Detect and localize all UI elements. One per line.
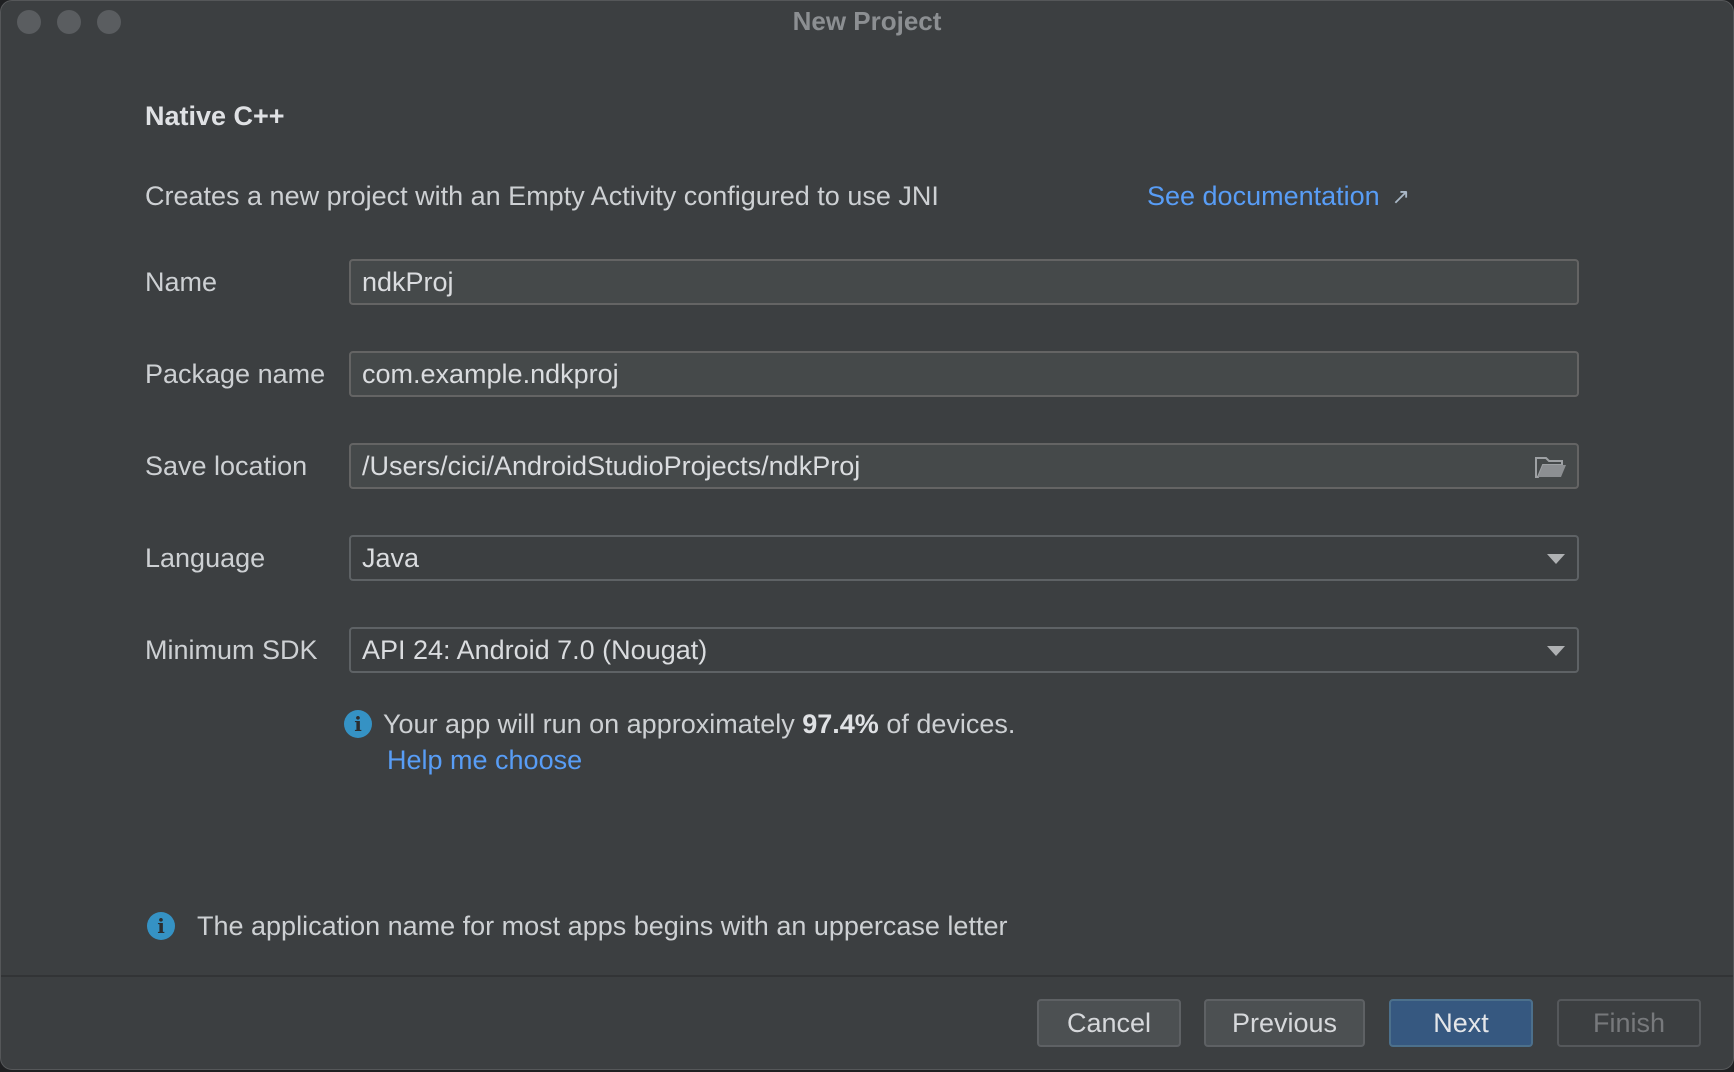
- see-documentation-label: See documentation: [1147, 181, 1380, 211]
- name-value: ndkProj: [362, 267, 454, 297]
- window-title: New Project: [792, 6, 942, 36]
- new-project-dialog: New Project Native C++ Creates a new pro…: [0, 0, 1734, 1070]
- chevron-down-icon: [1547, 554, 1565, 564]
- chevron-down-icon: [1547, 646, 1565, 656]
- save-location-field[interactable]: /Users/cici/AndroidStudioProjects/ndkPro…: [349, 443, 1579, 489]
- footer-divider: [1, 975, 1733, 977]
- save-location-label: Save location: [145, 451, 308, 481]
- package-name-label: Package name: [145, 359, 326, 389]
- coverage-text-before: Your app will run on approximately: [383, 709, 803, 739]
- finish-button[interactable]: Finish: [1557, 999, 1701, 1047]
- language-dropdown[interactable]: Java: [349, 535, 1579, 581]
- minimum-sdk-label: Minimum SDK: [145, 635, 318, 665]
- info-icon: i: [147, 912, 175, 940]
- name-field[interactable]: ndkProj: [349, 259, 1579, 305]
- cancel-button[interactable]: Cancel: [1037, 999, 1181, 1047]
- coverage-percentage: 97.4%: [802, 709, 879, 739]
- language-label: Language: [145, 543, 266, 573]
- folder-icon[interactable]: [1535, 455, 1567, 479]
- name-label: Name: [145, 267, 218, 297]
- language-value: Java: [362, 543, 420, 573]
- info-icon: i: [344, 710, 372, 738]
- package-name-value: com.example.ndkproj: [362, 359, 619, 389]
- template-description: Creates a new project with an Empty Acti…: [145, 181, 939, 211]
- coverage-text-after: of devices.: [878, 709, 1016, 739]
- minimum-sdk-dropdown[interactable]: API 24: Android 7.0 (Nougat): [349, 627, 1579, 673]
- previous-button[interactable]: Previous: [1204, 999, 1365, 1047]
- package-name-field[interactable]: com.example.ndkproj: [349, 351, 1579, 397]
- device-coverage-text: Your app will run on approximately 97.4%…: [383, 709, 1015, 740]
- save-location-value: /Users/cici/AndroidStudioProjects/ndkPro…: [362, 451, 861, 481]
- see-documentation-link[interactable]: See documentation ↗: [1147, 181, 1410, 212]
- external-link-icon: ↗: [1391, 183, 1411, 209]
- next-button[interactable]: Next: [1389, 999, 1533, 1047]
- minimum-sdk-value: API 24: Android 7.0 (Nougat): [362, 635, 708, 665]
- help-me-choose-link[interactable]: Help me choose: [387, 745, 582, 776]
- template-title: Native C++: [145, 101, 285, 131]
- validation-hint: The application name for most apps begin…: [197, 911, 1008, 941]
- title-bar: New Project: [1, 1, 1733, 43]
